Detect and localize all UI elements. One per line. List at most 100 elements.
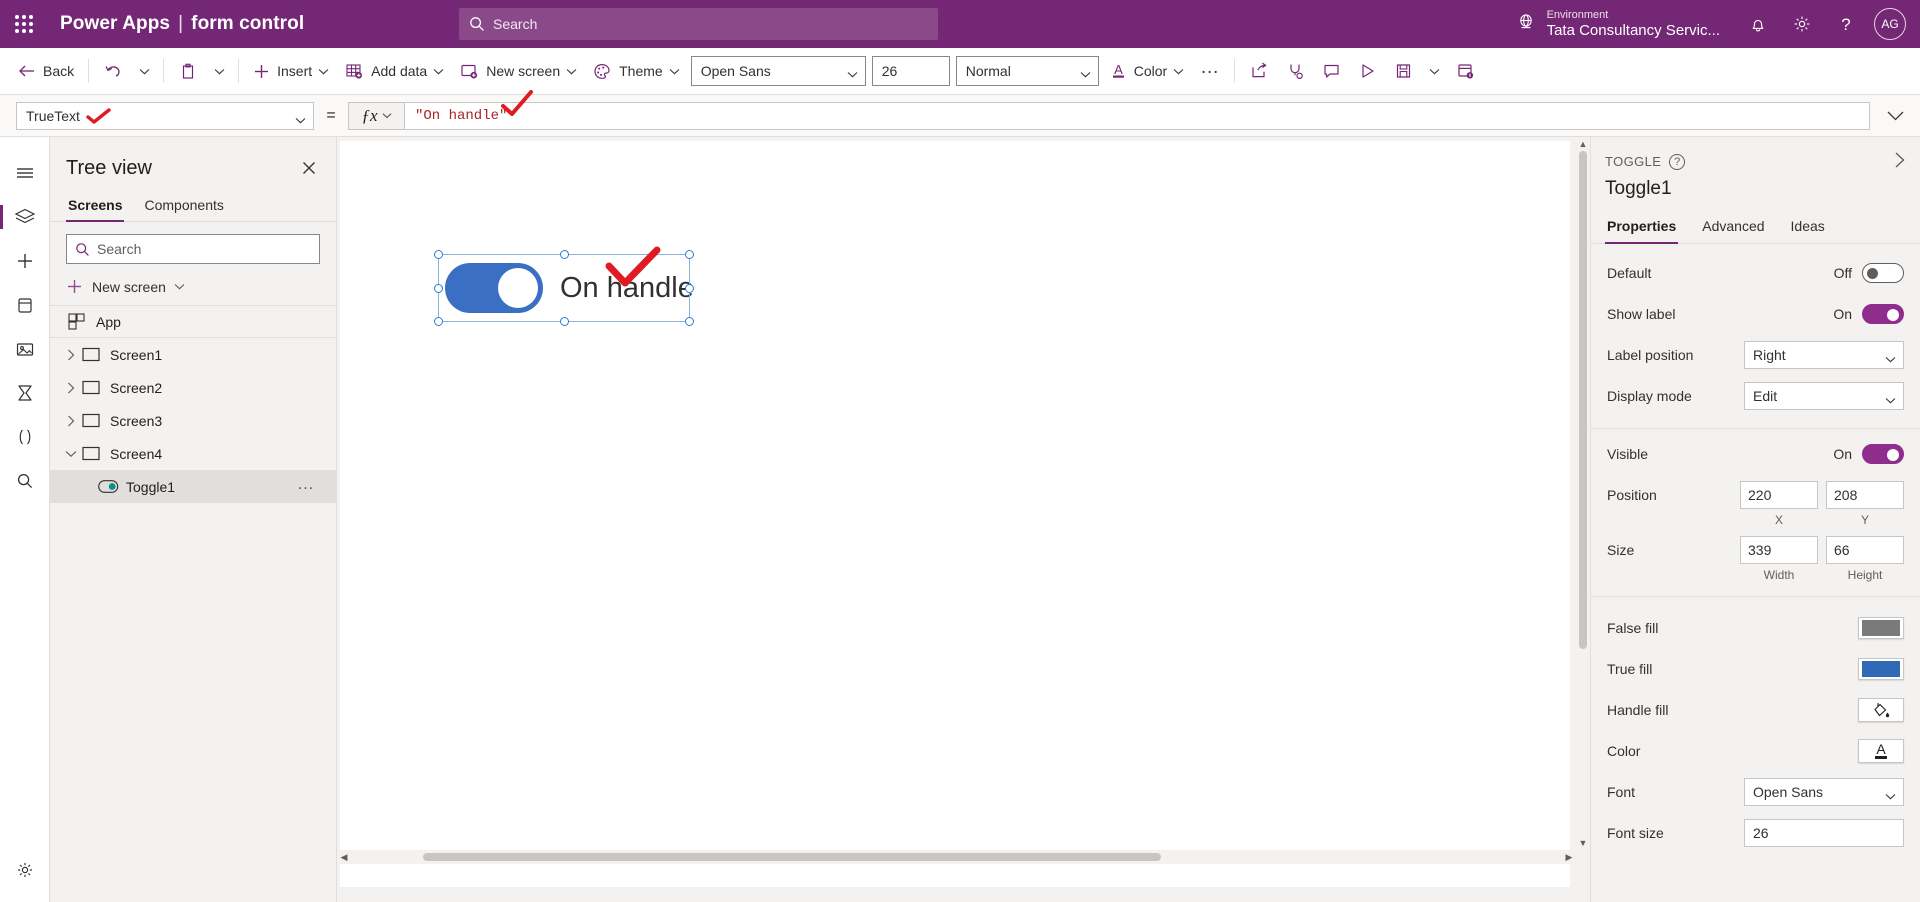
horizontal-scroll-track[interactable] — [351, 850, 1562, 864]
search-input[interactable]: Search — [459, 8, 938, 40]
size-width-input[interactable]: 339 — [1740, 535, 1818, 564]
font-size-input[interactable]: 26 — [871, 56, 950, 86]
tree-item-screen3[interactable]: Screen3 — [50, 404, 336, 437]
brand-title[interactable]: Power Apps | form control — [60, 13, 304, 35]
back-button[interactable]: Back — [10, 55, 82, 87]
tab-properties[interactable]: Properties — [1605, 214, 1679, 244]
resize-handle-w[interactable] — [434, 284, 443, 293]
position-y-input[interactable]: 208 — [1826, 480, 1904, 509]
app-checker-button[interactable] — [1277, 55, 1313, 87]
undo-button[interactable] — [95, 55, 131, 87]
rail-account-icon[interactable] — [5, 892, 45, 902]
color-button[interactable]: A — [1858, 738, 1904, 763]
app-canvas[interactable]: On handle — [340, 141, 1570, 887]
scroll-down-arrow[interactable]: ▼ — [1576, 836, 1590, 850]
resize-handle-n[interactable] — [560, 250, 569, 259]
formula-input[interactable]: "On handle" — [404, 89, 1870, 130]
notifications-bell-icon[interactable] — [1736, 0, 1780, 48]
scroll-right-arrow[interactable]: ▶ — [1562, 852, 1576, 863]
size-height-input[interactable]: 66 — [1826, 535, 1904, 564]
preview-play-button[interactable] — [1349, 55, 1385, 87]
tab-screens[interactable]: Screens — [66, 191, 125, 222]
color-button[interactable]: A Color — [1102, 55, 1192, 87]
rail-data-icon[interactable] — [5, 283, 45, 327]
insert-button[interactable]: Insert — [245, 55, 337, 87]
rail-variables-icon[interactable] — [5, 415, 45, 459]
tree-new-screen-button[interactable]: New screen — [50, 270, 336, 305]
handle-fill-button[interactable] — [1858, 697, 1904, 722]
true-fill-color-button[interactable] — [1858, 657, 1904, 680]
tab-components[interactable]: Components — [142, 191, 225, 221]
canvas-horizontal-scrollbar[interactable]: ◀ ▶ — [337, 850, 1576, 864]
scroll-left-arrow[interactable]: ◀ — [337, 852, 351, 863]
rail-media-icon[interactable] — [5, 327, 45, 371]
label-position-select[interactable]: Right — [1744, 340, 1904, 369]
show-label-toggle[interactable] — [1862, 303, 1904, 324]
tree-item-toggle1[interactable]: Toggle1 … — [50, 470, 336, 503]
paste-clipboard-icon[interactable] — [170, 55, 206, 87]
tree-item-app[interactable]: App — [50, 305, 336, 338]
rail-settings-icon[interactable] — [5, 848, 45, 892]
resize-handle-nw[interactable] — [434, 250, 443, 259]
chevron-right-icon[interactable] — [60, 349, 82, 361]
false-fill-color-button[interactable] — [1858, 616, 1904, 639]
close-icon[interactable] — [296, 155, 322, 181]
vertical-scroll-thumb[interactable] — [1579, 151, 1587, 649]
rail-hamburger-menu[interactable] — [5, 151, 45, 195]
display-mode-select[interactable]: Edit — [1744, 381, 1904, 410]
fx-button[interactable]: ƒx — [348, 101, 404, 130]
tree-item-screen1[interactable]: Screen1 — [50, 338, 336, 371]
share-button[interactable] — [1241, 55, 1277, 87]
resize-handle-sw[interactable] — [434, 317, 443, 326]
property-select[interactable]: TrueText — [16, 101, 314, 130]
rail-power-automate-icon[interactable] — [5, 371, 45, 415]
resize-handle-s[interactable] — [560, 317, 569, 326]
help-question-icon[interactable]: ? — [1824, 0, 1868, 48]
scroll-up-arrow[interactable]: ▲ — [1576, 137, 1590, 151]
canvas-vertical-scrollbar[interactable]: ▲ ▼ — [1576, 137, 1590, 850]
app-launcher-icon[interactable] — [0, 0, 48, 48]
undo-chevron-down-icon[interactable] — [131, 55, 157, 87]
tree-item-screen4[interactable]: Screen4 — [50, 437, 336, 470]
font-family-select[interactable]: Open Sans — [690, 56, 866, 86]
font-size-input[interactable]: 26 — [1744, 818, 1904, 847]
rail-tree-view-icon[interactable] — [0, 195, 45, 239]
chevron-right-icon[interactable] — [60, 415, 82, 427]
save-chevron-down-icon[interactable] — [1421, 55, 1447, 87]
ellipsis-icon[interactable]: … — [297, 475, 314, 494]
resize-handle-e[interactable] — [685, 284, 694, 293]
comments-button[interactable] — [1313, 55, 1349, 87]
more-options-button[interactable]: … — [1192, 55, 1228, 87]
tree-search-input[interactable]: Search — [66, 234, 320, 264]
save-button[interactable] — [1385, 55, 1421, 87]
rail-search-icon[interactable] — [5, 459, 45, 503]
tab-ideas[interactable]: Ideas — [1789, 214, 1827, 243]
settings-gear-icon[interactable] — [1780, 0, 1824, 48]
collapse-panel-chevron-right-icon[interactable] — [1894, 151, 1906, 172]
formula-expand-button[interactable] — [1870, 110, 1920, 122]
tree-item-screen2[interactable]: Screen2 — [50, 371, 336, 404]
horizontal-scroll-thumb[interactable] — [423, 853, 1161, 861]
visible-toggle[interactable] — [1862, 443, 1904, 464]
paste-chevron-down-icon[interactable] — [206, 55, 232, 87]
font-weight-select[interactable]: Normal — [955, 56, 1099, 86]
global-search[interactable]: Search — [459, 8, 938, 40]
position-x-input[interactable]: 220 — [1740, 480, 1818, 509]
theme-button[interactable]: Theme — [585, 55, 688, 87]
resize-handle-ne[interactable] — [685, 250, 694, 259]
default-toggle[interactable] — [1862, 262, 1904, 283]
tab-advanced[interactable]: Advanced — [1700, 214, 1766, 243]
chevron-right-icon[interactable] — [60, 382, 82, 394]
new-screen-button[interactable]: New screen — [452, 55, 585, 87]
help-question-icon[interactable]: ? — [1669, 153, 1686, 170]
app-grid-icon — [68, 313, 96, 330]
resize-handle-se[interactable] — [685, 317, 694, 326]
publish-button[interactable] — [1447, 55, 1483, 87]
chevron-down-icon[interactable] — [60, 450, 82, 458]
font-select[interactable]: Open Sans — [1744, 777, 1904, 806]
rail-insert-icon[interactable] — [5, 239, 45, 283]
add-data-button[interactable]: Add data — [337, 55, 452, 87]
plus-icon — [253, 63, 270, 80]
environment-picker[interactable]: Environment Tata Consultancy Servic... — [1515, 9, 1720, 39]
avatar[interactable]: AG — [1874, 8, 1906, 40]
